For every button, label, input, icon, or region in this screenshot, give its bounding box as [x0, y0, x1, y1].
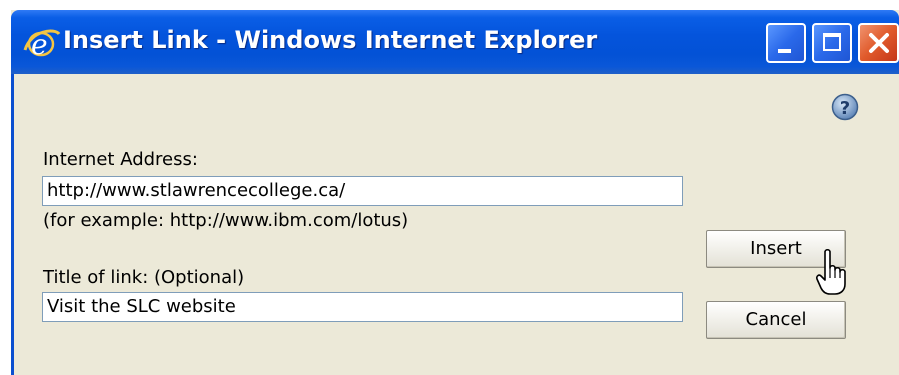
ie-logo-icon: e	[23, 28, 61, 60]
window-border	[11, 74, 14, 375]
svg-text:?: ?	[840, 98, 850, 119]
title-bar[interactable]: e Insert Link - Windows Internet Explore…	[11, 10, 899, 74]
cancel-button[interactable]: Cancel	[706, 301, 846, 339]
address-example-text: (for example: http://www.ibm.com/lotus)	[43, 210, 409, 231]
link-title-label: Title of link: (Optional)	[43, 267, 245, 288]
window-title: Insert Link - Windows Internet Explorer	[63, 26, 598, 54]
help-icon[interactable]: ?	[831, 93, 859, 121]
minimize-icon	[778, 49, 791, 53]
hand-cursor-icon	[816, 248, 846, 295]
close-icon	[869, 33, 889, 53]
link-title-input[interactable]: Visit the SLC website	[42, 292, 683, 322]
close-button[interactable]	[858, 23, 899, 63]
maximize-button[interactable]	[812, 23, 852, 63]
address-label: Internet Address:	[43, 149, 198, 170]
maximize-icon	[823, 33, 841, 51]
minimize-button[interactable]	[766, 23, 806, 63]
address-input[interactable]: http://www.stlawrencecollege.ca/	[42, 176, 683, 206]
